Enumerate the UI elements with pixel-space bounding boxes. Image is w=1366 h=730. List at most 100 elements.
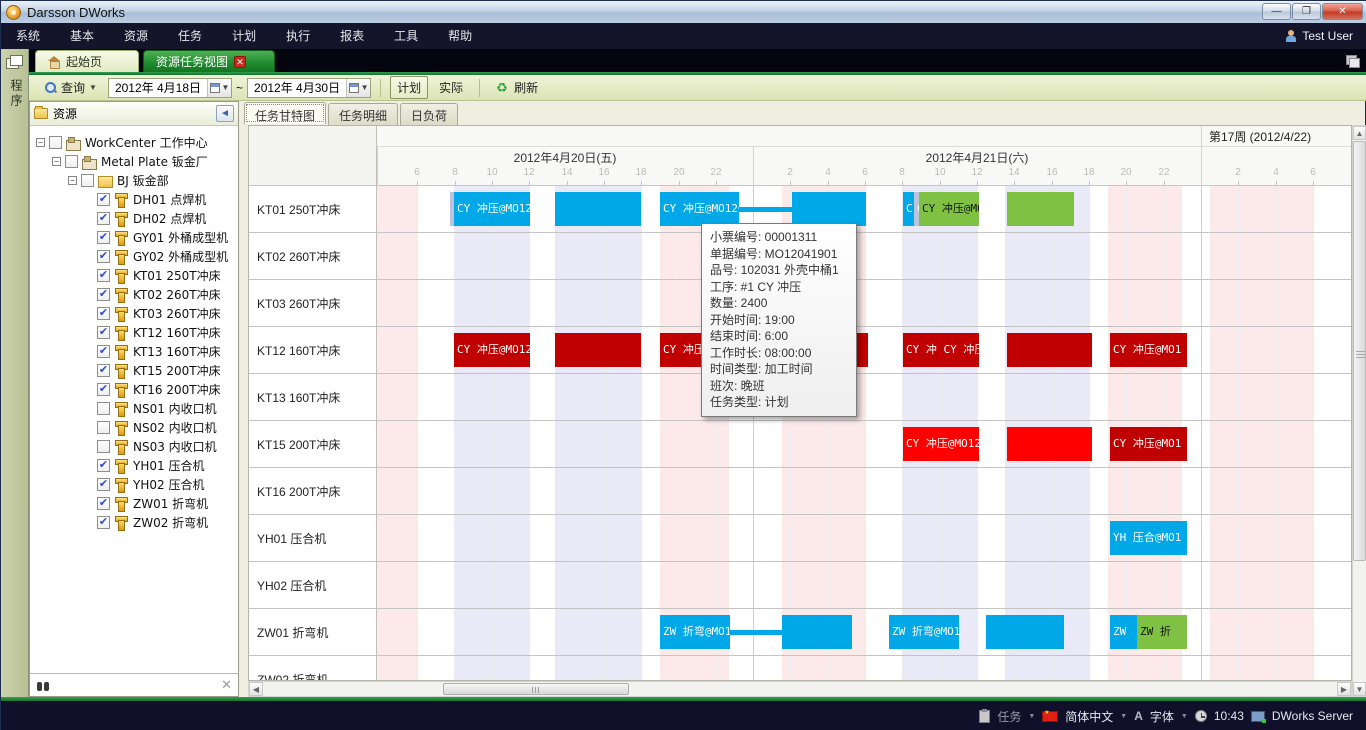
tree-item[interactable]: ✔DH02 点焊机 — [30, 209, 238, 228]
task-bar[interactable]: ZW 折 — [1137, 615, 1187, 649]
task-bar[interactable]: C — [903, 192, 914, 226]
expander-minus-icon[interactable]: − — [68, 176, 77, 185]
tree-item[interactable]: ✔DH01 点焊机 — [30, 190, 238, 209]
tree-item[interactable]: −Metal Plate 钣金厂 — [30, 152, 238, 171]
tree-item[interactable]: ✔ZW02 折弯机 — [30, 513, 238, 532]
tree-item[interactable]: ✔ZW01 折弯机 — [30, 494, 238, 513]
task-bar[interactable] — [1007, 192, 1074, 226]
tree-item[interactable]: ✔KT12 160T冲床 — [30, 323, 238, 342]
menu-item-基本[interactable]: 基本 — [55, 29, 109, 43]
tree-checkbox[interactable]: ✔ — [97, 497, 110, 510]
date-to-picker[interactable]: 2012年 4月30日 ▼ — [247, 78, 371, 98]
task-bar[interactable]: YH 压合@MO1 — [1110, 521, 1187, 555]
menu-item-工具[interactable]: 工具 — [379, 29, 433, 43]
menu-item-系统[interactable]: 系统 — [1, 29, 55, 43]
tree-checkbox[interactable]: ✔ — [97, 383, 110, 396]
task-bar[interactable] — [555, 333, 641, 367]
task-bar[interactable]: CY 冲压@MO12041902 — [919, 192, 979, 226]
menu-item-执行[interactable]: 执行 — [271, 29, 325, 43]
tree-checkbox[interactable] — [81, 174, 94, 187]
tree-item[interactable]: ✔GY01 外桶成型机 — [30, 228, 238, 247]
tab-close-icon[interactable]: ✕ — [234, 56, 246, 68]
tree-checkbox[interactable]: ✔ — [97, 212, 110, 225]
vertical-scroll-thumb[interactable] — [1353, 141, 1366, 561]
tree-checkbox[interactable]: ✔ — [97, 478, 110, 491]
tree-checkbox[interactable]: ✔ — [97, 193, 110, 206]
task-bar[interactable]: ZW 折弯@MO12041901 — [889, 615, 959, 649]
tree-checkbox[interactable] — [97, 440, 110, 453]
menu-item-任务[interactable]: 任务 — [163, 29, 217, 43]
tree-checkbox[interactable]: ✔ — [97, 459, 110, 472]
view-tab-任务明细[interactable]: 任务明细 — [328, 103, 398, 125]
task-bar[interactable]: ZW — [1110, 615, 1137, 649]
binoculars-search-icon[interactable] — [36, 680, 50, 691]
vertical-scrollbar[interactable]: ▲ ▼ — [1352, 125, 1366, 697]
menu-item-资源[interactable]: 资源 — [109, 29, 163, 43]
tree-checkbox[interactable]: ✔ — [97, 250, 110, 263]
tree-item[interactable]: ✔KT02 260T冲床 — [30, 285, 238, 304]
tree-item[interactable]: ✔KT16 200T冲床 — [30, 380, 238, 399]
tree-checkbox[interactable] — [97, 402, 110, 415]
plan-toggle-button[interactable]: 计划 — [390, 76, 428, 99]
horizontal-scroll-thumb[interactable] — [443, 683, 629, 695]
close-button[interactable]: ✕ — [1322, 3, 1363, 20]
scroll-right-icon[interactable]: ▶ — [1337, 682, 1351, 696]
panel-collapse-button[interactable]: ◄ — [216, 105, 234, 122]
menu-item-计划[interactable]: 计划 — [217, 29, 271, 43]
tree-item[interactable]: NS03 内收口机 — [30, 437, 238, 456]
menu-item-帮助[interactable]: 帮助 — [433, 29, 487, 43]
task-bar[interactable]: CY 冲压@MO12041901 — [454, 192, 530, 226]
program-side-strip[interactable]: 程序 — [1, 49, 29, 698]
task-bar[interactable]: CY 冲 CY 冲压@MO12041904 — [903, 333, 979, 367]
menu-item-报表[interactable]: 报表 — [325, 29, 379, 43]
task-bar[interactable] — [1007, 333, 1092, 367]
expander-minus-icon[interactable]: − — [52, 157, 61, 166]
clear-filter-icon[interactable]: ✕ — [221, 677, 232, 693]
tree-checkbox[interactable]: ✔ — [97, 307, 110, 320]
status-font[interactable]: 字体 — [1150, 708, 1174, 725]
task-bar[interactable] — [1007, 427, 1092, 461]
tree-item[interactable]: ✔GY02 外桶成型机 — [30, 247, 238, 266]
tree-item[interactable]: NS01 内收口机 — [30, 399, 238, 418]
tree-item[interactable]: ✔KT13 160T冲床 — [30, 342, 238, 361]
query-button[interactable]: 查询 ▼ — [37, 76, 104, 99]
tree-item[interactable]: ✔KT03 260T冲床 — [30, 304, 238, 323]
windows-icon[interactable] — [1346, 55, 1359, 66]
tree-checkbox[interactable] — [49, 136, 62, 149]
chevron-down-icon[interactable]: ▼ — [1120, 713, 1127, 720]
minimize-button[interactable]: — — [1262, 3, 1291, 20]
tree-item[interactable]: ✔YH01 压合机 — [30, 456, 238, 475]
task-bar[interactable] — [782, 615, 852, 649]
view-tab-任务甘特图[interactable]: 任务甘特图 — [244, 102, 326, 124]
tree-checkbox[interactable]: ✔ — [97, 364, 110, 377]
refresh-button[interactable]: ♻ 刷新 — [489, 76, 545, 99]
tree-checkbox[interactable] — [65, 155, 78, 168]
actual-toggle-button[interactable]: 实际 — [432, 76, 470, 99]
tree-item[interactable]: −BJ 钣金部 — [30, 171, 238, 190]
task-bar[interactable]: ZW 折弯@MO12041901 — [660, 615, 730, 649]
tree-item[interactable]: NS02 内收口机 — [30, 418, 238, 437]
tree-checkbox[interactable]: ✔ — [97, 269, 110, 282]
task-bar[interactable] — [986, 615, 1064, 649]
tree-checkbox[interactable]: ✔ — [97, 516, 110, 529]
task-bar[interactable]: CY 冲压@MO12041904 — [454, 333, 530, 367]
tree-checkbox[interactable]: ✔ — [97, 231, 110, 244]
tree-item[interactable]: ✔KT15 200T冲床 — [30, 361, 238, 380]
status-language[interactable]: 简体中文 — [1065, 708, 1113, 725]
chevron-down-icon[interactable]: ▼ — [1181, 713, 1188, 720]
horizontal-scrollbar[interactable]: ◀ ▶ — [248, 681, 1352, 697]
tab-home[interactable]: 起始页 — [35, 50, 139, 72]
date-from-calendar-button[interactable]: ▼ — [207, 79, 231, 97]
date-to-calendar-button[interactable]: ▼ — [346, 79, 370, 97]
tree-checkbox[interactable]: ✔ — [97, 345, 110, 358]
scroll-down-icon[interactable]: ▼ — [1353, 682, 1366, 696]
date-from-picker[interactable]: 2012年 4月18日 ▼ — [108, 78, 232, 98]
task-bar[interactable] — [555, 192, 641, 226]
tree-item[interactable]: −WorkCenter 工作中心 — [30, 133, 238, 152]
task-bar[interactable]: CY 冲压@MO12041903 — [903, 427, 979, 461]
task-bar[interactable]: CY 冲压@MO1 — [1110, 427, 1187, 461]
user-box[interactable]: Test User — [1285, 23, 1353, 49]
restore-button[interactable]: ❐ — [1292, 3, 1321, 20]
task-bar[interactable]: CY 冲压@MO1 — [1110, 333, 1187, 367]
tree-checkbox[interactable]: ✔ — [97, 288, 110, 301]
